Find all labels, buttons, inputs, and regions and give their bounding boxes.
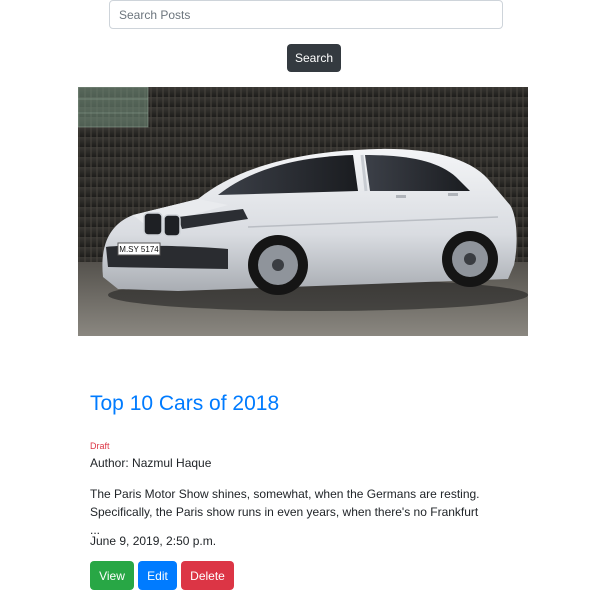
post-title[interactable]: Top 10 Cars of 2018 — [90, 392, 279, 416]
status-badge: Draft — [90, 441, 110, 451]
post-author: Author: Nazmul Haque — [90, 456, 212, 470]
delete-button[interactable]: Delete — [181, 561, 234, 590]
license-plate-text: M.SY 5174 — [119, 245, 159, 254]
edit-button[interactable]: Edit — [138, 561, 177, 590]
post-excerpt: The Paris Motor Show shines, somewhat, w… — [90, 487, 480, 537]
search-button[interactable]: Search — [287, 44, 341, 72]
search-input[interactable] — [109, 0, 503, 29]
post-date: June 9, 2019, 2:50 p.m. — [90, 534, 217, 548]
post-image: M.SY 5174 — [78, 87, 528, 336]
view-button[interactable]: View — [90, 561, 134, 590]
